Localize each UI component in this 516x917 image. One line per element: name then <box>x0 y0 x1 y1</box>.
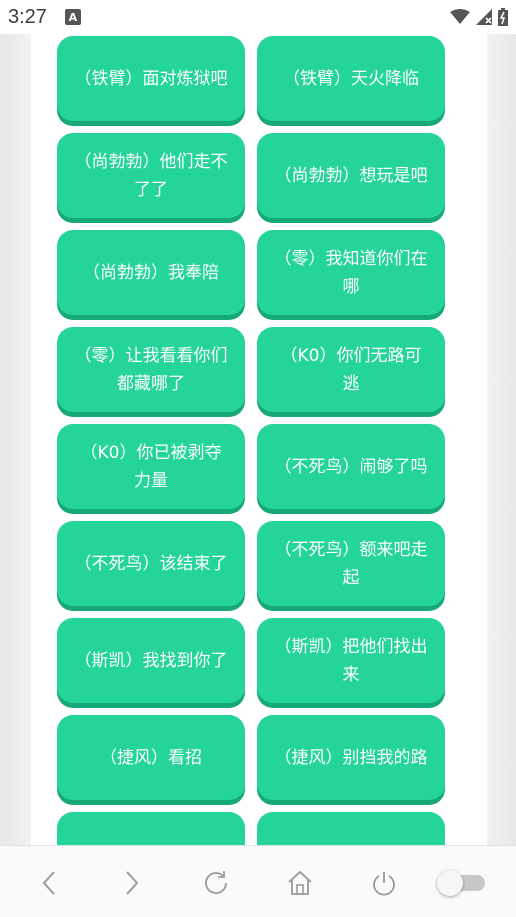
status-time: 3:27 <box>8 5 47 28</box>
content-panel: （铁臂）面对炼狱吧 （铁臂）天火降临 （尚勃勃）他们走不了了 （尚勃勃）想玩是吧 （尚勃… <box>31 34 487 845</box>
toggle-knob <box>437 870 463 896</box>
wifi-icon <box>450 9 470 24</box>
battery-icon <box>498 8 508 26</box>
refresh-icon[interactable] <box>199 866 233 900</box>
sound-button[interactable]: （K0）你们无路可逃 <box>257 327 445 412</box>
back-icon[interactable] <box>32 866 66 900</box>
sound-button[interactable]: （不死鸟）额来吧走起 <box>257 521 445 606</box>
sound-button[interactable]: （捷风）别挡我的路 <box>257 715 445 800</box>
bottom-nav-bar <box>0 845 516 917</box>
forward-icon[interactable] <box>115 866 149 900</box>
toggle-switch[interactable] <box>437 870 487 896</box>
home-icon[interactable] <box>283 866 317 900</box>
sound-button[interactable]: （不死鸟）该结束了 <box>57 521 245 606</box>
notification-icon: A <box>64 9 81 25</box>
sound-button[interactable]: （斯凯）把他们找出来 <box>257 618 445 703</box>
sound-button[interactable]: （尚勃勃）想玩是吧 <box>257 133 445 218</box>
page-content: （铁臂）面对炼狱吧 （铁臂）天火降临 （尚勃勃）他们走不了了 （尚勃勃）想玩是吧 （尚勃… <box>0 34 516 845</box>
sound-button[interactable]: （捷风）看招 <box>57 715 245 800</box>
sound-button[interactable]: （斯凯）我找到你了 <box>57 618 245 703</box>
signal-icon <box>476 9 492 25</box>
sound-button[interactable]: （铁臂）天火降临 <box>257 36 445 121</box>
sound-button-grid: （铁臂）面对炼狱吧 （铁臂）天火降临 （尚勃勃）他们走不了了 （尚勃勃）想玩是吧 （尚勃… <box>57 36 461 845</box>
sound-button[interactable]: （尚勃勃）他们走不了了 <box>57 133 245 218</box>
sound-button[interactable]: （尚勃勃）我奉陪 <box>57 230 245 315</box>
sound-button[interactable]: （黑梦）真面目想 <box>57 812 245 845</box>
power-icon[interactable] <box>367 866 401 900</box>
sound-button[interactable]: （铁臂）面对炼狱吧 <box>57 36 245 121</box>
sound-button[interactable]: （不死鸟）闹够了吗 <box>257 424 445 509</box>
sound-button[interactable]: （零）让我看看你们都藏哪了 <box>57 327 245 412</box>
status-bar: 3:27 A <box>0 0 516 34</box>
status-icons <box>450 8 508 26</box>
sound-button[interactable]: （黑梦）黑梦至噬 <box>257 812 445 845</box>
sound-button[interactable]: （K0）你已被剥夺力量 <box>57 424 245 509</box>
sound-button[interactable]: （零）我知道你们在哪 <box>257 230 445 315</box>
